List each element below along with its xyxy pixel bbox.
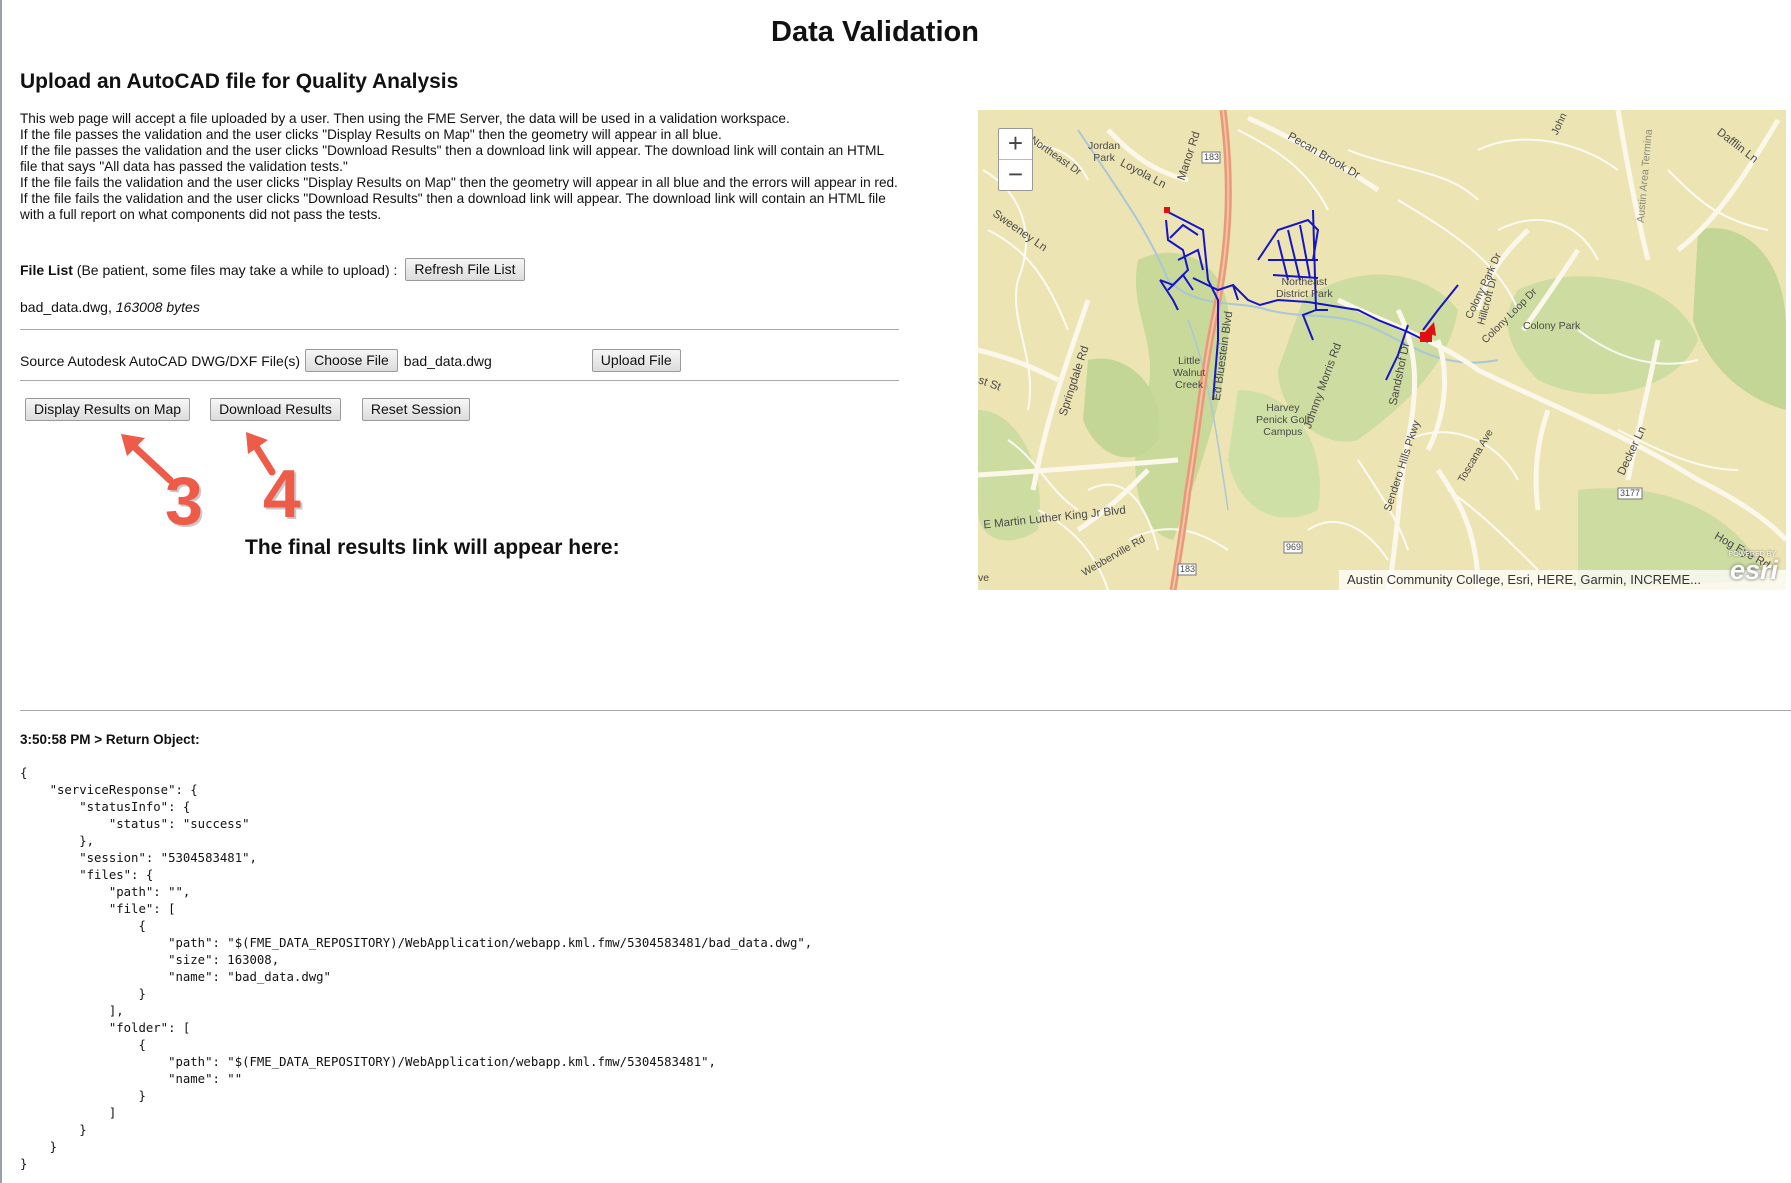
esri-logo: esri <box>1729 555 1778 585</box>
page-title: Data Validation <box>771 16 979 48</box>
intro-line: If the file passes the validation and th… <box>20 127 722 142</box>
return-object-json: { "serviceResponse": { "statusInfo": { "… <box>20 766 813 1171</box>
page-left-border <box>0 0 2 1183</box>
log-header: 3:50:58 PM > Return Object: <box>20 732 200 747</box>
intro-line: If the file passes the validation and th… <box>20 143 884 174</box>
file-list-label: File List <box>20 261 73 278</box>
map-label: Little Walnut Creek <box>1173 355 1206 391</box>
source-file-label: Source Autodesk AutoCAD DWG/DXF File(s) <box>20 352 301 369</box>
file-size: 163008 bytes <box>115 299 200 315</box>
map-label: Northeast District Park <box>1276 276 1333 300</box>
choose-file-button[interactable]: Choose File <box>305 349 398 372</box>
section-title: Upload an AutoCAD file for Quality Analy… <box>20 70 459 93</box>
file-list-item[interactable]: bad_data.dwg, 163008 bytes <box>20 299 200 315</box>
file-list-note: (Be patient, some files may take a while… <box>72 261 398 278</box>
intro-line: This web page will accept a file uploade… <box>20 111 790 126</box>
annotation-number: 4 <box>263 456 301 532</box>
intro-line: If the file fails the validation and the… <box>20 191 886 222</box>
map-attribution: Austin Community College, Esri, HERE, Ga… <box>1339 570 1786 590</box>
map-label: ve <box>978 572 990 584</box>
refresh-file-list-button[interactable]: Refresh File List <box>405 258 525 281</box>
action-buttons: Display Results on Map Download Results … <box>25 398 471 421</box>
map-label: 3177 <box>1620 488 1641 498</box>
zoom-out-button[interactable]: − <box>999 159 1032 190</box>
upload-row: Source Autodesk AutoCAD DWG/DXF File(s) … <box>20 349 681 372</box>
upload-file-button[interactable]: Upload File <box>591 349 681 372</box>
file-list-row: File List (Be patient, some files may ta… <box>20 258 525 281</box>
intro-line: If the file fails the validation and the… <box>20 175 898 190</box>
divider <box>20 380 899 381</box>
map-label: 183 <box>1180 564 1196 574</box>
map-label: 969 <box>1286 542 1302 552</box>
download-results-button[interactable]: Download Results <box>210 398 341 421</box>
display-results-button[interactable]: Display Results on Map <box>25 398 191 421</box>
annotation-number: 3 <box>165 463 203 539</box>
intro-text: This web page will accept a file uploade… <box>20 111 900 223</box>
map-label: Colony Park <box>1523 320 1581 332</box>
log-divider <box>20 710 1791 711</box>
reset-session-button[interactable]: Reset Session <box>361 398 471 421</box>
file-name[interactable]: bad_data.dwg <box>20 299 108 315</box>
chosen-file-name: bad_data.dwg <box>403 352 492 369</box>
map-label: Harvey Penick Golf Campus <box>1256 402 1310 438</box>
results-map[interactable]: Jordan Park Northeast Dr Loyola Ln Manor… <box>978 110 1786 590</box>
map-zoom-control: + − <box>998 128 1033 191</box>
divider <box>20 329 899 330</box>
zoom-in-button[interactable]: + <box>999 129 1032 159</box>
map-label: 183 <box>1204 152 1220 162</box>
final-results-link-area: The final results link will appear here: <box>245 536 620 559</box>
map-label: Jordan Park <box>1088 140 1121 164</box>
